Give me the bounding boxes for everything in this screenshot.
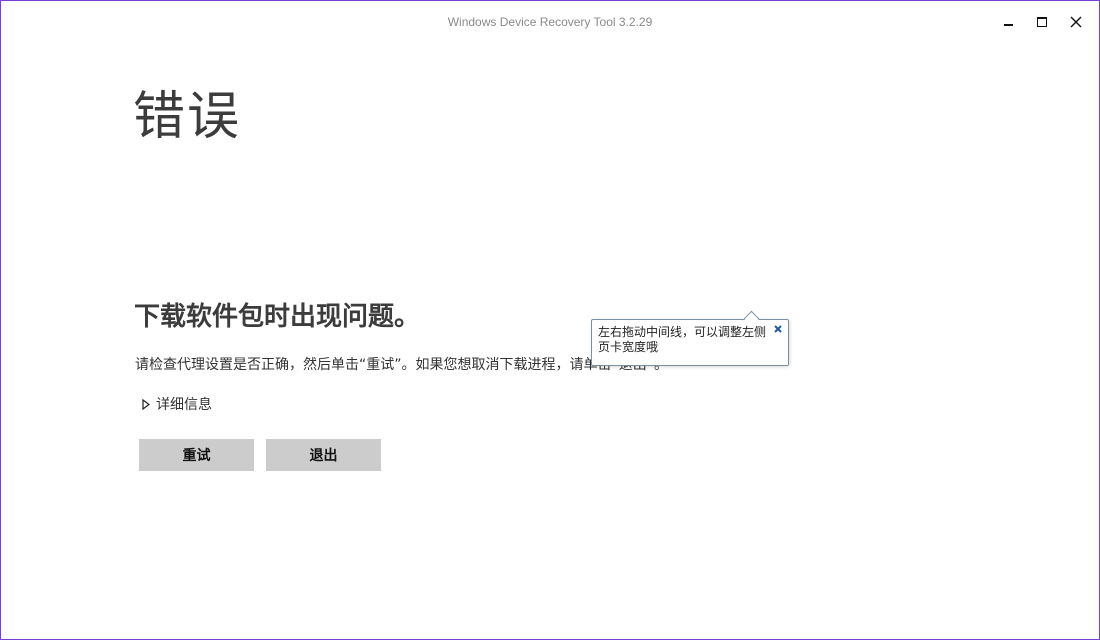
minimize-button[interactable] [991, 7, 1025, 37]
close-icon [1070, 16, 1082, 28]
close-button[interactable] [1059, 7, 1093, 37]
tooltip-text: 左右拖动中间线，可以调整左侧页卡宽度哦 [598, 325, 767, 354]
retry-button[interactable]: 重试 [139, 439, 254, 471]
title-bar[interactable]: Windows Device Recovery Tool 3.2.29 [1, 1, 1099, 43]
triangle-right-icon [142, 398, 150, 410]
exit-button[interactable]: 退出 [266, 439, 381, 471]
tooltip-arrow [743, 310, 760, 327]
maximize-button[interactable] [1025, 7, 1059, 37]
action-buttons: 重试 退出 [139, 439, 393, 471]
tooltip-popup: 左右拖动中间线，可以调整左侧页卡宽度哦 [591, 310, 789, 366]
close-icon[interactable] [773, 324, 783, 334]
details-label: 详细信息 [156, 397, 212, 413]
error-subtitle: 下载软件包时出现问题。 [134, 302, 421, 332]
window-controls [991, 7, 1093, 37]
details-toggle[interactable]: 详细信息 [142, 394, 212, 414]
error-message: 请检查代理设置是否正确，然后单击“重试”。如果您想取消下载进程，请单击“退出”。 [135, 357, 669, 373]
page-title: 错误 [133, 87, 242, 147]
maximize-icon [1037, 17, 1047, 27]
app-window: Windows Device Recovery Tool 3.2.29 错误 下… [0, 0, 1100, 640]
window-title: Windows Device Recovery Tool 3.2.29 [447, 15, 653, 29]
minimize-icon [1003, 24, 1013, 26]
